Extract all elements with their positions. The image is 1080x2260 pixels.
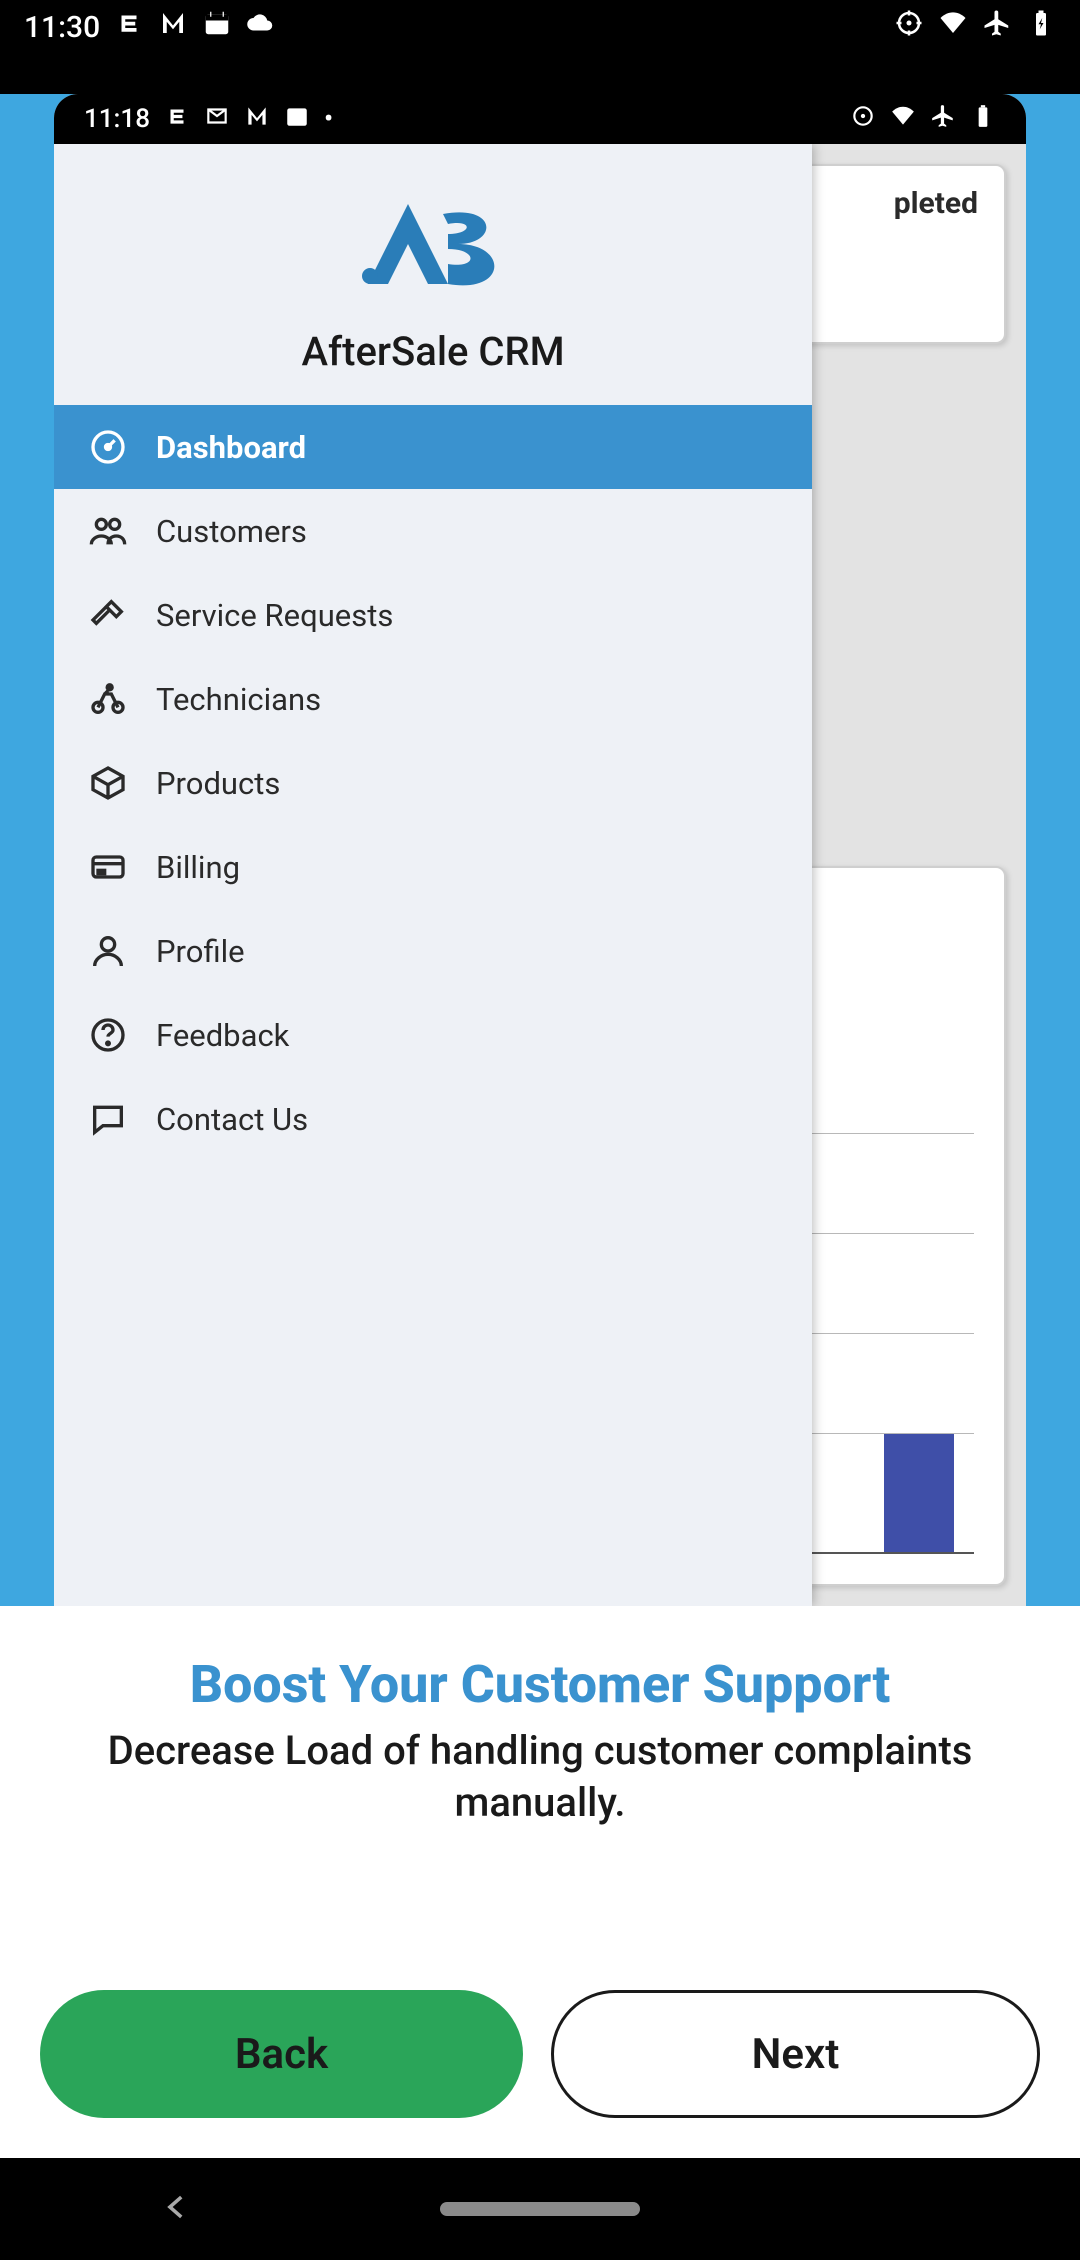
sidebar-item-products[interactable]: Products bbox=[54, 741, 812, 825]
android-home-pill[interactable] bbox=[440, 2202, 640, 2216]
calendar-icon bbox=[202, 8, 232, 46]
help-icon bbox=[88, 1015, 128, 1055]
sidebar-item-dashboard[interactable]: Dashboard bbox=[54, 405, 812, 489]
sidebar-item-label: Products bbox=[156, 765, 280, 802]
airplane-icon bbox=[982, 8, 1012, 46]
sidebar-item-feedback[interactable]: Feedback bbox=[54, 993, 812, 1077]
sidebar-item-label: Contact Us bbox=[156, 1101, 308, 1138]
app-title: AfterSale CRM bbox=[74, 328, 792, 375]
sidebar-item-profile[interactable]: Profile bbox=[54, 909, 812, 993]
wifi-icon bbox=[890, 103, 916, 136]
sidebar-item-label: Profile bbox=[156, 933, 245, 970]
logo-icon bbox=[348, 184, 518, 304]
target-icon bbox=[894, 8, 924, 46]
next-button[interactable]: Next bbox=[551, 1990, 1040, 2118]
app-onboarding-preview: 11:18 • pleted bbox=[0, 94, 1080, 1606]
person-icon bbox=[88, 931, 128, 971]
chat-icon bbox=[88, 1099, 128, 1139]
wifi-icon bbox=[938, 8, 968, 46]
samsung-icon bbox=[114, 8, 144, 46]
sidebar-item-label: Customers bbox=[156, 513, 307, 550]
bg-stat-label: pleted bbox=[894, 186, 978, 221]
sidebar-item-customers[interactable]: Customers bbox=[54, 489, 812, 573]
battery-icon bbox=[970, 103, 996, 136]
sidebar-item-label: Service Requests bbox=[156, 597, 393, 634]
sidebar-item-label: Feedback bbox=[156, 1017, 289, 1054]
sidebar-items: Dashboard Customers Service Requests Tec… bbox=[54, 405, 812, 1606]
gmail-icon bbox=[204, 103, 230, 136]
sidebar-item-technicians[interactable]: Technicians bbox=[54, 657, 812, 741]
outer-status-bar: 11:30 bbox=[0, 0, 1080, 54]
sidebar-item-contact-us[interactable]: Contact Us bbox=[54, 1077, 812, 1161]
sidebar-item-label: Technicians bbox=[156, 681, 321, 718]
m-icon bbox=[244, 103, 270, 136]
android-back-button[interactable] bbox=[160, 2190, 194, 2228]
gauge-icon bbox=[88, 427, 128, 467]
inner-phone-mock: 11:18 • pleted bbox=[54, 94, 1026, 1606]
back-button[interactable]: Back bbox=[40, 1990, 523, 2118]
users-icon bbox=[88, 511, 128, 551]
m-icon bbox=[158, 8, 188, 46]
sidebar-item-billing[interactable]: Billing bbox=[54, 825, 812, 909]
calendar-icon bbox=[284, 103, 310, 136]
onboarding-buttons: Back Next bbox=[40, 1990, 1040, 2118]
card-icon bbox=[88, 847, 128, 887]
sidebar-item-service-requests[interactable]: Service Requests bbox=[54, 573, 812, 657]
target-icon bbox=[850, 103, 876, 136]
inner-content: pleted AfterSale CRM bbox=[54, 144, 1026, 1606]
sidebar-item-label: Billing bbox=[156, 849, 240, 886]
sidebar-header: AfterSale CRM bbox=[54, 144, 812, 405]
inner-status-time: 11:18 bbox=[84, 104, 150, 134]
samsung-icon bbox=[164, 103, 190, 136]
onboarding-subtitle: Decrease Load of handling customer compl… bbox=[40, 1725, 1040, 1829]
battery-icon bbox=[1026, 8, 1056, 46]
cloud-icon bbox=[246, 8, 276, 46]
outer-status-time: 11:30 bbox=[24, 10, 100, 45]
onboarding-title: Boost Your Customer Support bbox=[40, 1654, 1040, 1715]
android-nav-bar bbox=[0, 2158, 1080, 2260]
sidebar-item-label: Dashboard bbox=[156, 429, 306, 466]
box-icon bbox=[88, 763, 128, 803]
airplane-icon bbox=[930, 103, 956, 136]
hammer-icon bbox=[88, 595, 128, 635]
bg-chart-bar bbox=[884, 1434, 954, 1554]
inner-status-bar: 11:18 • bbox=[54, 94, 1026, 144]
dot-icon: • bbox=[324, 104, 333, 134]
sidebar: AfterSale CRM Dashboard Customers Servic… bbox=[54, 144, 812, 1606]
bike-icon bbox=[88, 679, 128, 719]
onboarding-panel: Boost Your Customer Support Decrease Loa… bbox=[0, 1606, 1080, 2158]
